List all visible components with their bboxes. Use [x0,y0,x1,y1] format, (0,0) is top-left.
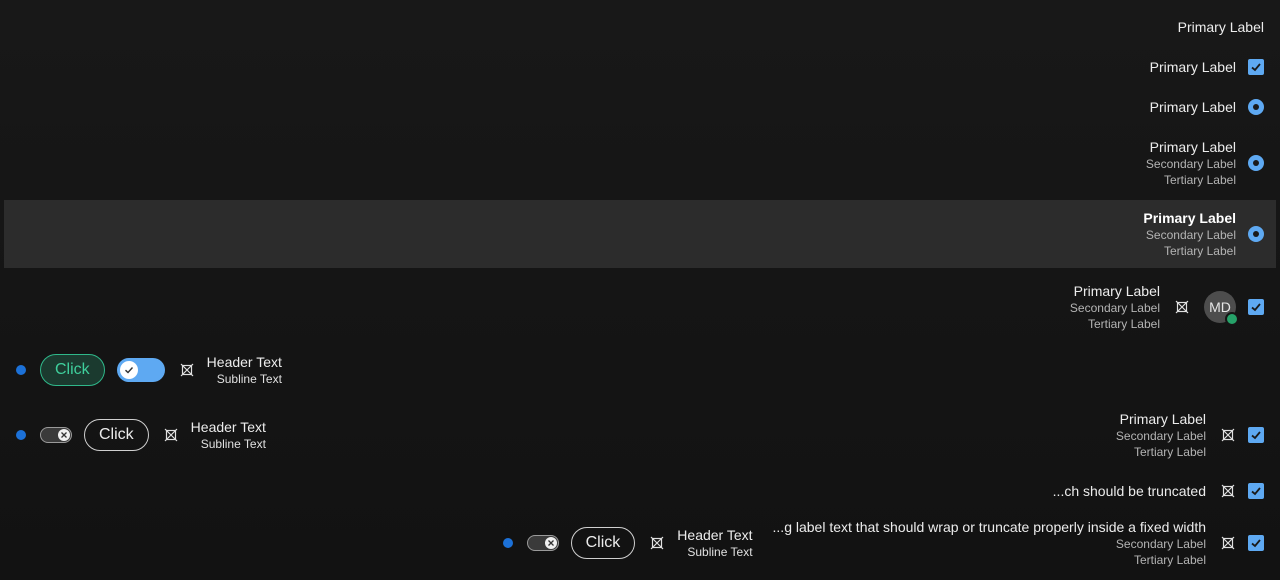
primary-label: Primary Label [1149,59,1236,75]
toggle-knob [58,429,70,441]
click-button[interactable]: Click [84,419,149,451]
list-item[interactable]: Primary Label Secondary Label Tertiary L… [4,280,1276,334]
x-mark-icon[interactable] [1174,299,1190,315]
label-group: Primary Label Secondary Label Tertiary L… [1070,282,1160,332]
subline-text: Subline Text [687,545,753,559]
toggle-switch[interactable] [116,358,165,382]
checkbox[interactable] [1248,299,1264,315]
secondary-label: Secondary Label [1115,429,1206,443]
label-group: Primary Label [1178,18,1264,36]
primary-label: Primary Label [1149,139,1236,155]
click-button[interactable]: Click [570,527,636,559]
tertiary-label: Tertiary Label [1163,173,1236,187]
check-icon [1251,63,1261,72]
close-icon [547,540,554,546]
primary-label: Primary Label [1119,411,1206,427]
list-item[interactable]: Primary Label Secondary Label Tertiary L… [4,136,1276,190]
label-group: Primary Label Secondary Label Tertiary L… [1143,209,1236,259]
label-group: Primary Label Secondary Label Tertiary L… [1116,410,1206,460]
list-item[interactable]: Primary Label [4,14,1276,40]
header-block: Header Text Subline Text [207,353,282,387]
label-group: Primary Label [1150,98,1236,116]
check-icon [1251,303,1261,312]
toggle-switch[interactable] [40,427,72,443]
list-item[interactable]: Click Header Text Subline Text Primary L… [4,408,1276,462]
primary-label: Primary Label [1143,210,1236,226]
secondary-label: Secondary Label [1069,301,1160,315]
subline-text: Subline Text [216,372,282,386]
secondary-label: Secondary Label [1145,157,1236,171]
primary-label: ...g label text that should wrap or trun… [772,519,1206,535]
x-mark-icon[interactable] [1220,535,1236,551]
status-dot [502,538,513,548]
check-icon [1251,539,1261,548]
check-icon [1251,431,1261,440]
tertiary-label: Tertiary Label [1087,317,1160,331]
subline-text: Subline Text [200,437,266,451]
close-icon [61,432,67,438]
status-dot [16,430,26,440]
x-mark-icon[interactable] [1220,427,1236,443]
list-item[interactable]: Click Header Text Subline Text ...g labe… [4,516,1276,570]
list-item[interactable]: ...ch should be truncated [4,478,1276,504]
list-view: Primary Label Primary Label Primary Labe… [0,0,1280,580]
label-group: Primary Label [1150,58,1236,76]
radio-button[interactable] [1248,99,1264,115]
list-item[interactable]: Primary Label [4,94,1276,120]
label-group: Primary Label Secondary Label Tertiary L… [1146,138,1236,188]
x-mark-icon[interactable] [179,362,195,378]
checkbox[interactable] [1248,535,1264,551]
presence-indicator [1225,312,1239,326]
primary-label: Primary Label [1149,99,1236,115]
toggle-knob [119,361,138,379]
x-mark-icon[interactable] [163,427,179,443]
primary-label: Primary Label [1177,19,1264,35]
checkbox[interactable] [1248,483,1264,499]
check-icon [124,367,133,374]
tertiary-label: Tertiary Label [1133,553,1206,567]
header-text: Header Text [190,419,266,435]
status-dot [16,365,26,375]
secondary-label: Secondary Label [1115,537,1206,551]
radio-button[interactable] [1248,155,1264,171]
toggle-knob [544,537,557,549]
tertiary-label: Tertiary Label [1163,244,1236,258]
avatar[interactable]: MD [1204,291,1239,326]
label-group: ...ch should be truncated [1053,482,1206,500]
primary-label: Primary Label [1073,283,1160,299]
header-block: Header Text Subline Text [191,418,266,452]
check-icon [1251,487,1261,496]
tertiary-label: Tertiary Label [1133,445,1206,459]
secondary-label: Secondary Label [1145,228,1236,242]
x-mark-icon[interactable] [649,535,665,551]
toggle-switch[interactable] [526,535,559,551]
label-group: ...g label text that should wrap or trun… [773,518,1206,568]
header-text: Header Text [677,527,753,543]
checkbox[interactable] [1248,427,1264,443]
header-block: Header Text Subline Text [677,526,752,560]
list-item[interactable]: Click Header Text Subline Text [4,350,1276,390]
header-text: Header Text [206,354,282,370]
click-button[interactable]: Click [40,354,105,386]
radio-button[interactable] [1248,226,1264,242]
checkbox[interactable] [1248,59,1264,75]
list-item-selected[interactable]: Primary Label Secondary Label Tertiary L… [4,200,1276,268]
primary-label: ...ch should be truncated [1052,483,1206,499]
x-mark-icon[interactable] [1220,483,1236,499]
list-item[interactable]: Primary Label [4,54,1276,80]
